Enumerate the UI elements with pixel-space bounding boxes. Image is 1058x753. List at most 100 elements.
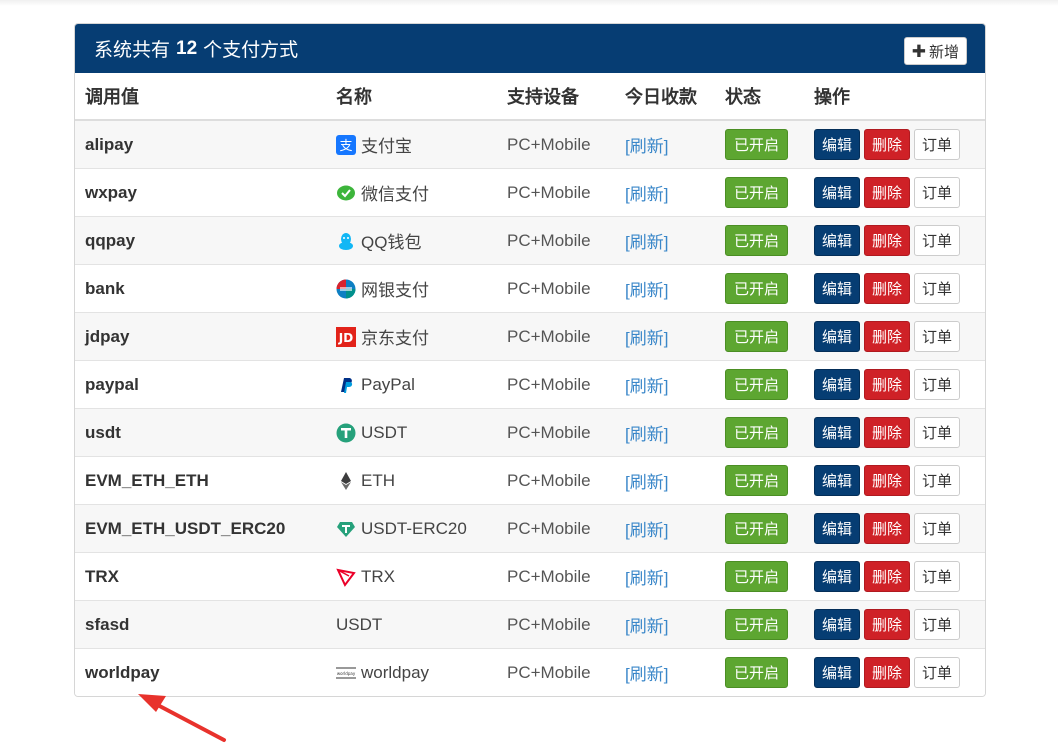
row-actions: 编辑 删除 订单 [814, 369, 985, 400]
refresh-link[interactable]: [刷新] [625, 281, 668, 300]
method-code: wxpay [75, 168, 326, 217]
orders-button[interactable]: 订单 [914, 369, 961, 400]
method-code: EVM_ETH_ETH [75, 456, 326, 505]
delete-button[interactable]: 删除 [864, 609, 911, 640]
delete-button[interactable]: 删除 [864, 177, 911, 208]
method-name: 支付宝 [361, 137, 412, 156]
edit-button[interactable]: 编辑 [814, 561, 861, 592]
delete-button[interactable]: 删除 [864, 417, 911, 448]
row-actions: 编辑 删除 订单 [814, 321, 985, 352]
method-name: TRX [361, 566, 395, 586]
refresh-link[interactable]: [刷新] [625, 521, 668, 540]
refresh-link[interactable]: [刷新] [625, 569, 668, 588]
table-row: qqpay QQ钱包 PC+Mobile [刷新] 已开启 编辑 删除 订单 [75, 216, 985, 265]
delete-button[interactable]: 删除 [864, 129, 911, 160]
method-name-cell: JD 京东支付 [336, 324, 497, 349]
orders-button[interactable]: 订单 [914, 657, 961, 688]
status-badge[interactable]: 已开启 [725, 609, 789, 640]
methods-table: 调用值 名称 支持设备 今日收款 状态 操作 alipay 支支付宝 PC+Mo… [75, 73, 985, 696]
col-header-today: 今日收款 [615, 73, 715, 121]
delete-button[interactable]: 删除 [864, 369, 911, 400]
orders-button[interactable]: 订单 [914, 225, 961, 256]
delete-button[interactable]: 删除 [864, 513, 911, 544]
delete-button[interactable]: 删除 [864, 321, 911, 352]
edit-button[interactable]: 编辑 [814, 177, 861, 208]
status-badge[interactable]: 已开启 [725, 369, 789, 400]
worldpay-icon: worldpay [336, 663, 356, 683]
edit-button[interactable]: 编辑 [814, 369, 861, 400]
unionpay-icon [336, 279, 356, 299]
svg-text:支: 支 [339, 139, 352, 154]
add-label: 新增 [928, 43, 959, 61]
refresh-link[interactable]: [刷新] [625, 425, 668, 444]
orders-button[interactable]: 订单 [914, 513, 961, 544]
supported-devices: PC+Mobile [497, 119, 615, 169]
method-name: ETH [361, 470, 395, 490]
orders-button[interactable]: 订单 [914, 465, 961, 496]
method-name-cell: 网银支付 [336, 276, 497, 301]
edit-button[interactable]: 编辑 [814, 321, 861, 352]
orders-button[interactable]: 订单 [914, 417, 961, 448]
delete-button[interactable]: 删除 [864, 225, 911, 256]
qq-icon [336, 231, 356, 251]
orders-button[interactable]: 订单 [914, 273, 961, 304]
orders-button[interactable]: 订单 [914, 609, 961, 640]
edit-button[interactable]: 编辑 [814, 513, 861, 544]
status-badge[interactable]: 已开启 [725, 465, 789, 496]
status-badge[interactable]: 已开启 [725, 513, 789, 544]
edit-button[interactable]: 编辑 [814, 465, 861, 496]
supported-devices: PC+Mobile [497, 360, 615, 409]
status-badge[interactable]: 已开启 [725, 417, 789, 448]
edit-button[interactable]: 编辑 [814, 417, 861, 448]
delete-button[interactable]: 删除 [864, 657, 911, 688]
method-name: PayPal [361, 374, 415, 394]
add-button[interactable]: ✚ 新增 [903, 37, 967, 65]
refresh-link[interactable]: [刷新] [625, 473, 668, 492]
status-badge[interactable]: 已开启 [725, 561, 789, 592]
orders-button[interactable]: 订单 [914, 321, 961, 352]
payment-methods-panel: 系统共有 12 个支付方式 ✚ 新增 调用值 名称 支持设备 今日收款 状态 操… [74, 23, 986, 697]
refresh-link[interactable]: [刷新] [625, 137, 668, 156]
orders-button[interactable]: 订单 [914, 561, 961, 592]
supported-devices: PC+Mobile [497, 216, 615, 265]
status-badge[interactable]: 已开启 [725, 177, 789, 208]
row-actions: 编辑 删除 订单 [814, 273, 985, 304]
method-name-cell: USDT [336, 615, 497, 635]
refresh-link[interactable]: [刷新] [625, 617, 668, 636]
delete-button[interactable]: 删除 [864, 465, 911, 496]
refresh-link[interactable]: [刷新] [625, 377, 668, 396]
svg-text:JD: JD [338, 331, 353, 345]
edit-button[interactable]: 编辑 [814, 225, 861, 256]
row-actions: 编辑 删除 订单 [814, 513, 985, 544]
orders-button[interactable]: 订单 [914, 177, 961, 208]
col-header-name: 名称 [326, 73, 497, 121]
edit-button[interactable]: 编辑 [814, 273, 861, 304]
supported-devices: PC+Mobile [497, 648, 615, 696]
tether-icon [336, 423, 356, 443]
status-badge[interactable]: 已开启 [725, 657, 789, 688]
refresh-link[interactable]: [刷新] [625, 329, 668, 348]
refresh-link[interactable]: [刷新] [625, 665, 668, 684]
status-badge[interactable]: 已开启 [725, 321, 789, 352]
table-row: EVM_ETH_USDT_ERC20 USDT-ERC20 PC+Mobile … [75, 504, 985, 553]
method-name-cell: QQ钱包 [336, 228, 497, 253]
top-shadow [0, 0, 1058, 6]
delete-button[interactable]: 删除 [864, 273, 911, 304]
table-row: sfasd USDT PC+Mobile [刷新] 已开启 编辑 删除 订单 [75, 600, 985, 649]
supported-devices: PC+Mobile [497, 456, 615, 505]
status-badge[interactable]: 已开启 [725, 273, 789, 304]
refresh-link[interactable]: [刷新] [625, 233, 668, 252]
status-badge[interactable]: 已开启 [725, 129, 789, 160]
delete-button[interactable]: 删除 [864, 561, 911, 592]
edit-button[interactable]: 编辑 [814, 129, 861, 160]
refresh-link[interactable]: [刷新] [625, 185, 668, 204]
table-row: wxpay 微信支付 PC+Mobile [刷新] 已开启 编辑 删除 订单 [75, 168, 985, 217]
orders-button[interactable]: 订单 [914, 129, 961, 160]
edit-button[interactable]: 编辑 [814, 657, 861, 688]
method-code: EVM_ETH_USDT_ERC20 [75, 504, 326, 553]
row-actions: 编辑 删除 订单 [814, 657, 985, 688]
row-actions: 编辑 删除 订单 [814, 609, 985, 640]
status-badge[interactable]: 已开启 [725, 225, 789, 256]
edit-button[interactable]: 编辑 [814, 609, 861, 640]
method-name: QQ钱包 [361, 233, 422, 252]
